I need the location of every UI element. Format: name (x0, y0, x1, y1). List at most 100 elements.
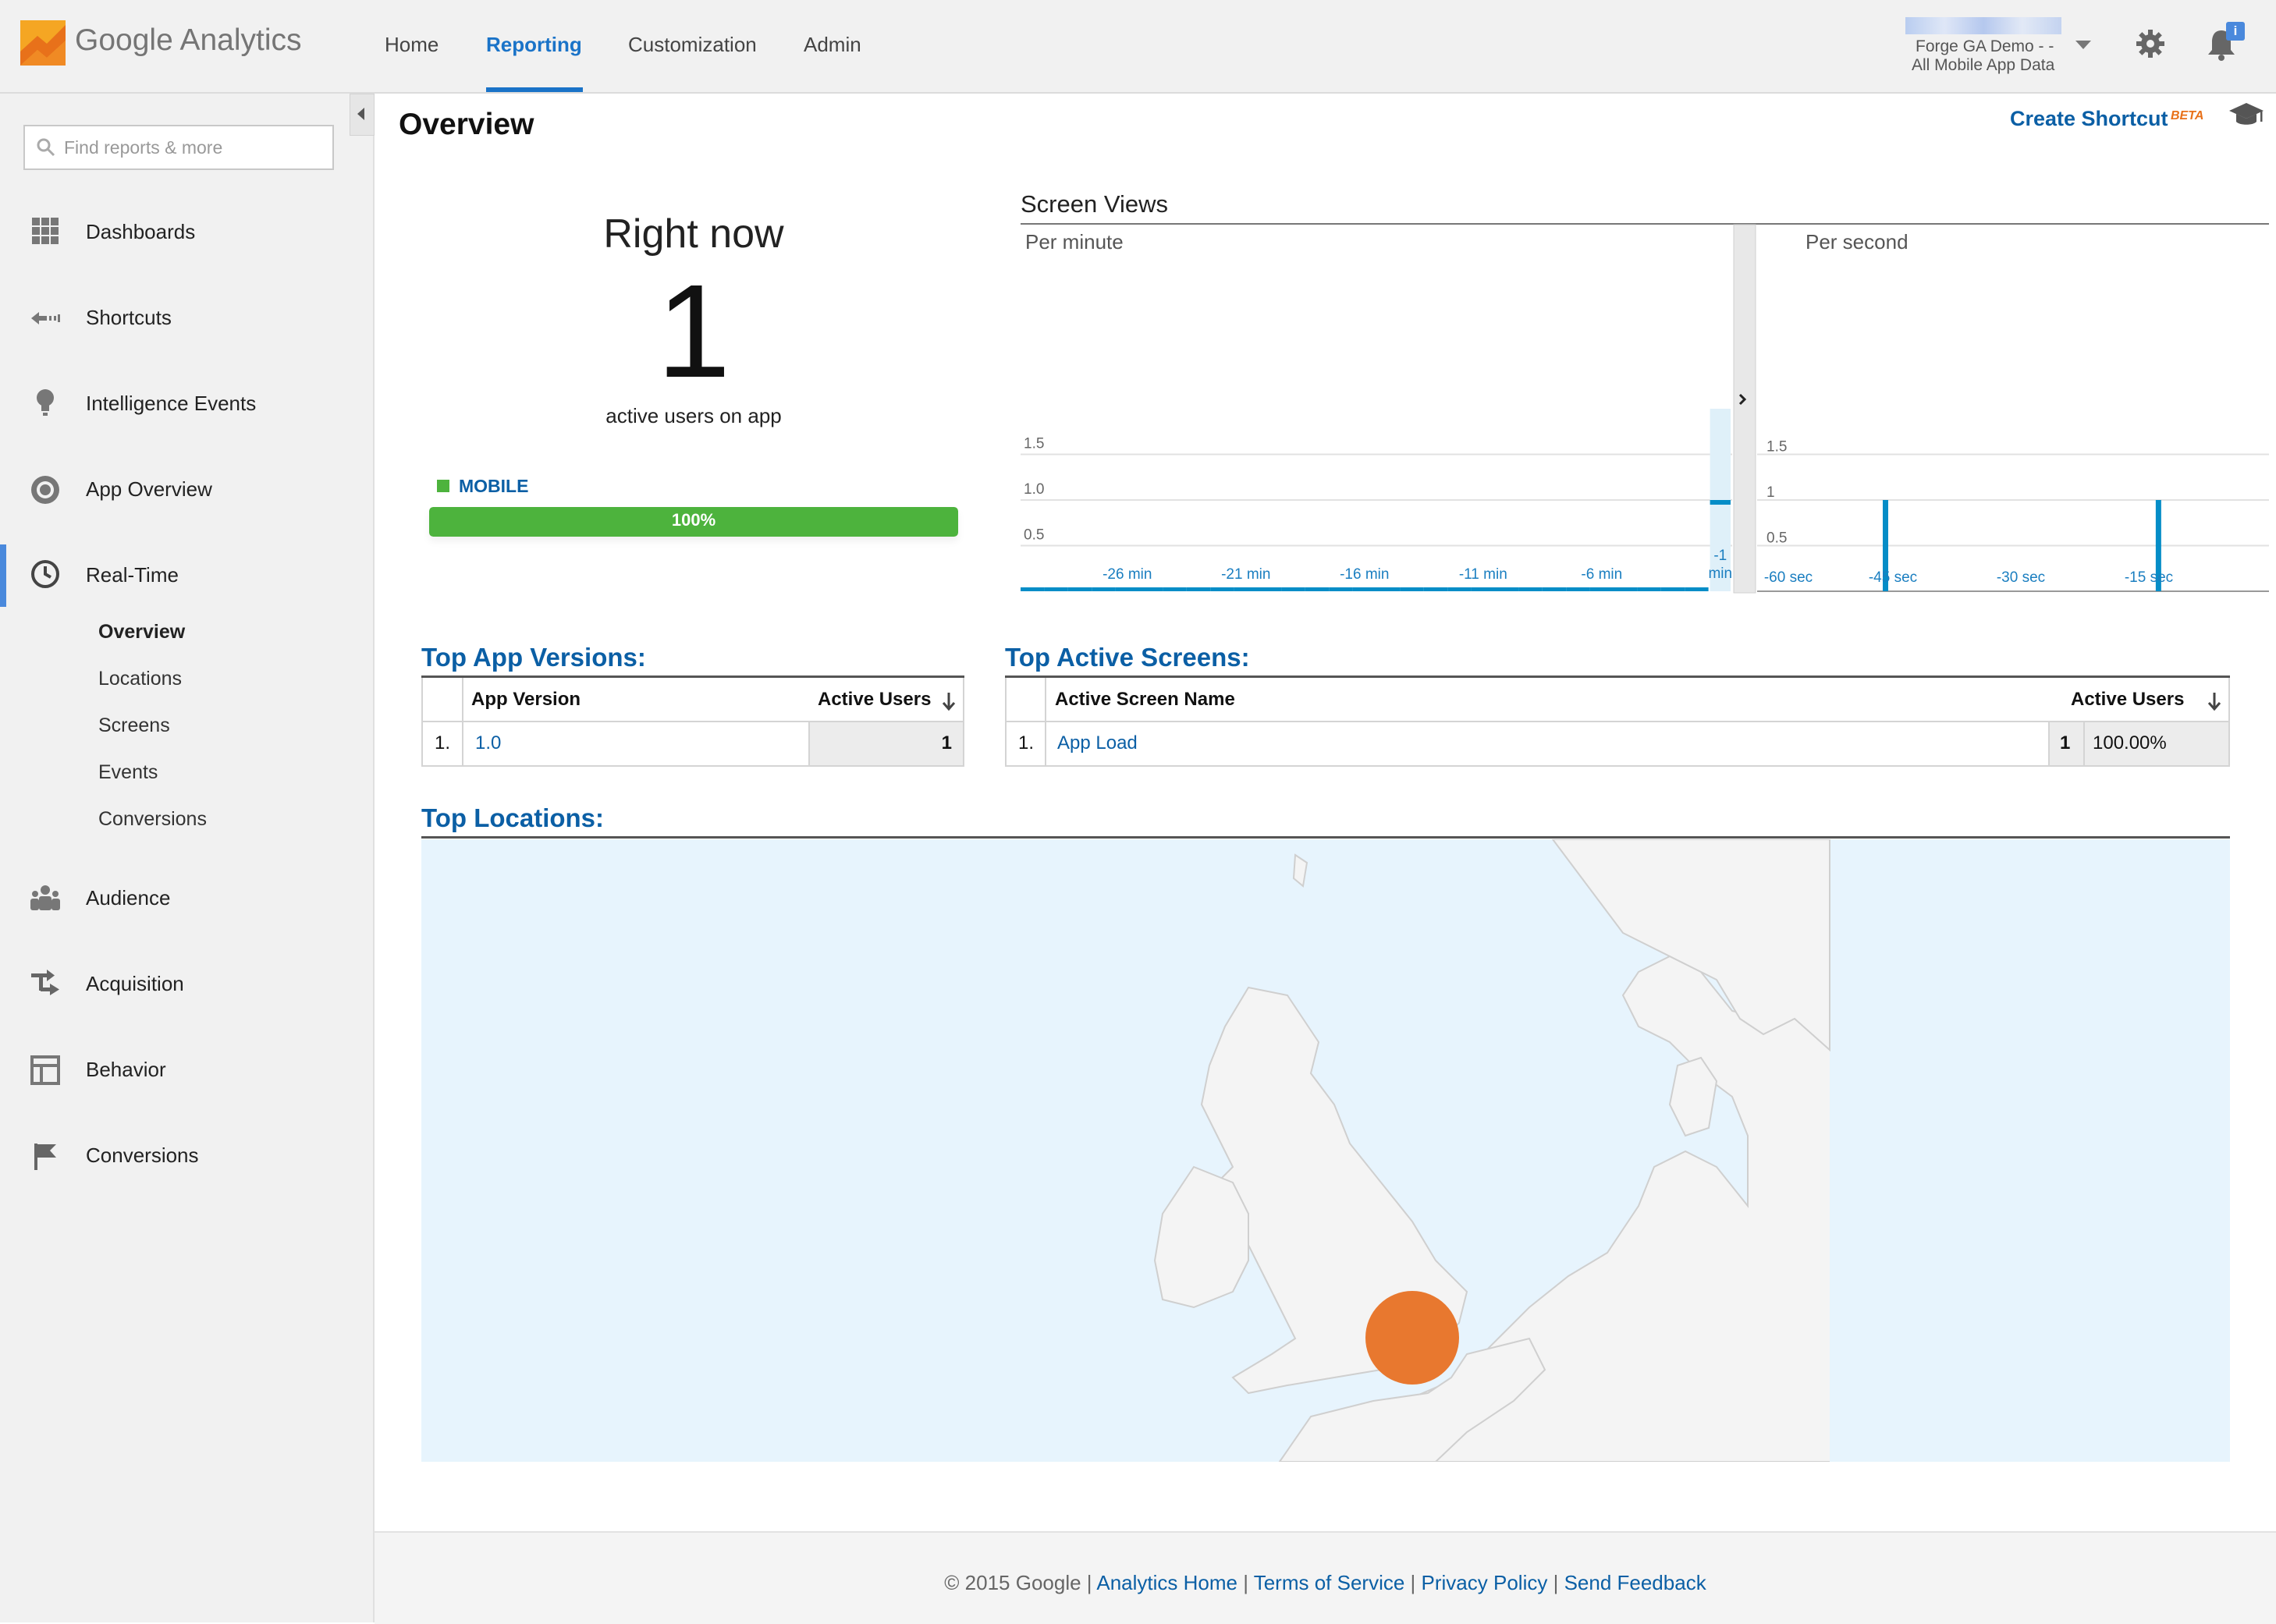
mobile-legend-label[interactable]: MOBILE (459, 476, 528, 497)
row-rank: 1. (1018, 732, 1035, 753)
active-nav-indicator (486, 87, 583, 92)
gear-icon[interactable] (2136, 29, 2165, 59)
per-minute-bar (1067, 587, 1092, 591)
per-minute-bar (1710, 500, 1731, 505)
sidebar-label-dashboards: Dashboards (86, 220, 196, 243)
account-view[interactable]: All Mobile App Data (1912, 56, 2054, 75)
screen-views-chart: 0.51.01.5-26 min -21 min -16 min -11 min -6 … (1021, 224, 2269, 594)
per-minute-bar (1092, 587, 1116, 591)
active-section-indicator (0, 544, 6, 607)
per-minute-bar (1495, 587, 1519, 591)
per-second-x-tick: -30 sec (1997, 569, 2045, 586)
per-minute-x-tick: min (1708, 566, 1732, 582)
circle-icon (31, 476, 59, 504)
shetland-land (1292, 853, 1308, 888)
chevron-left-icon[interactable] (357, 108, 364, 120)
per-minute-bar (1281, 587, 1305, 591)
column-header-active-users[interactable]: Active Users (2071, 689, 2184, 711)
per-minute-x-tick: -6 min (1581, 566, 1622, 583)
footer-link-privacy[interactable]: Privacy Policy (1422, 1571, 1548, 1594)
chevron-down-icon[interactable] (2075, 41, 2091, 49)
per-minute-label: Per minute (1025, 230, 1124, 254)
per-second-label: Per second (1806, 230, 1909, 254)
table-divider (2048, 722, 2050, 767)
column-header-app-version[interactable]: App Version (471, 689, 581, 711)
sidebar-sub-conversions[interactable]: Conversions (98, 808, 207, 831)
per-minute-bar (1186, 587, 1211, 591)
arrows-icon (31, 970, 59, 995)
locations-map[interactable] (421, 839, 2230, 1462)
top-locations-title: Top Locations: (421, 803, 605, 832)
mobile-legend-swatch (437, 480, 449, 492)
app-title[interactable]: Google Analytics (75, 23, 302, 58)
per-minute-x-tick: -16 min (1340, 566, 1389, 583)
active-users-percent: 100.00% (2093, 732, 2167, 753)
per-minute-bar (1258, 587, 1282, 591)
table-divider (1045, 678, 1046, 767)
sidebar-sub-screens[interactable]: Screens (98, 714, 170, 737)
column-header-active-users[interactable]: Active Users (818, 689, 931, 711)
ireland-land (1153, 1165, 1249, 1309)
sidebar-label-conversions: Conversions (86, 1144, 199, 1167)
flag-icon (34, 1144, 56, 1170)
active-users-caption: active users on app (605, 404, 782, 427)
shortcut-arrow-icon (31, 312, 60, 324)
per-minute-bar (1589, 587, 1614, 591)
account-name[interactable]: Forge GA Demo - - (1916, 37, 2054, 56)
create-shortcut-link[interactable]: Create Shortcut (2010, 107, 2168, 131)
active-users-value: 1 (2060, 732, 2071, 753)
per-minute-bar (1542, 587, 1567, 591)
per-second-y-tick: 0.5 (1766, 530, 1787, 547)
sidebar-label-acquisition: Acquisition (86, 972, 184, 995)
per-minute-bar (1139, 587, 1163, 591)
sort-down-icon[interactable] (941, 691, 957, 711)
per-second-y-tick: 1.5 (1766, 439, 1787, 456)
grid-icon (32, 218, 59, 244)
nav-admin[interactable]: Admin (804, 33, 861, 57)
column-header-screen-name[interactable]: Active Screen Name (1055, 689, 1235, 711)
analytics-logo-icon[interactable] (20, 20, 66, 66)
per-minute-bar (1471, 587, 1495, 591)
footer-copyright: © 2015 Google (944, 1571, 1081, 1594)
notification-badge[interactable]: i (2226, 22, 2245, 41)
footer-link-feedback[interactable]: Send Feedback (1564, 1571, 1706, 1594)
per-minute-bar (1376, 587, 1401, 591)
sidebar-sub-overview[interactable]: Overview (98, 621, 185, 644)
active-users-value: 1 (941, 732, 952, 753)
page-title: Overview (399, 108, 534, 141)
row-rank: 1. (435, 732, 451, 753)
per-minute-bar (1518, 587, 1543, 591)
per-minute-bar (1044, 587, 1068, 591)
per-minute-y-tick: 1.5 (1024, 436, 1044, 452)
sidebar-sub-locations[interactable]: Locations (98, 668, 182, 690)
right-now-title: Right now (603, 211, 784, 257)
screen-name-link[interactable]: App Load (1057, 732, 1138, 754)
per-minute-bar (1021, 587, 1045, 591)
per-minute-x-tick: -1 (1713, 548, 1727, 564)
europe-map (1153, 839, 2230, 1462)
per-minute-bar (1234, 587, 1258, 591)
footer-link-terms[interactable]: Terms of Service (1254, 1571, 1405, 1594)
account-email-redacted (1905, 17, 2061, 34)
per-second-y-tick: 1 (1766, 484, 1775, 501)
footer-link-analytics-home[interactable]: Analytics Home (1096, 1571, 1237, 1594)
location-bubble-london[interactable] (1365, 1291, 1459, 1385)
table-divider (462, 678, 463, 767)
sidebar-sub-events[interactable]: Events (98, 761, 158, 784)
graduation-cap-icon[interactable] (2228, 101, 2264, 129)
sidebar-label-behavior: Behavior (86, 1058, 166, 1081)
layout-icon (30, 1055, 60, 1085)
app-version-link[interactable]: 1.0 (475, 732, 501, 754)
per-minute-bar (1163, 587, 1187, 591)
sidebar-label-audience: Audience (86, 886, 171, 910)
nav-reporting[interactable]: Reporting (486, 33, 582, 57)
footer-links: © 2015 Google | Analytics Home | Terms o… (944, 1571, 1706, 1594)
sort-down-icon[interactable] (2207, 691, 2222, 711)
per-minute-bar (1400, 587, 1424, 591)
nav-customization[interactable]: Customization (628, 33, 757, 57)
search-placeholder: Find reports & more (64, 137, 223, 158)
per-minute-bar (1352, 587, 1376, 591)
nav-home[interactable]: Home (385, 33, 439, 57)
per-minute-bar (1685, 587, 1709, 591)
table-divider (808, 722, 810, 767)
